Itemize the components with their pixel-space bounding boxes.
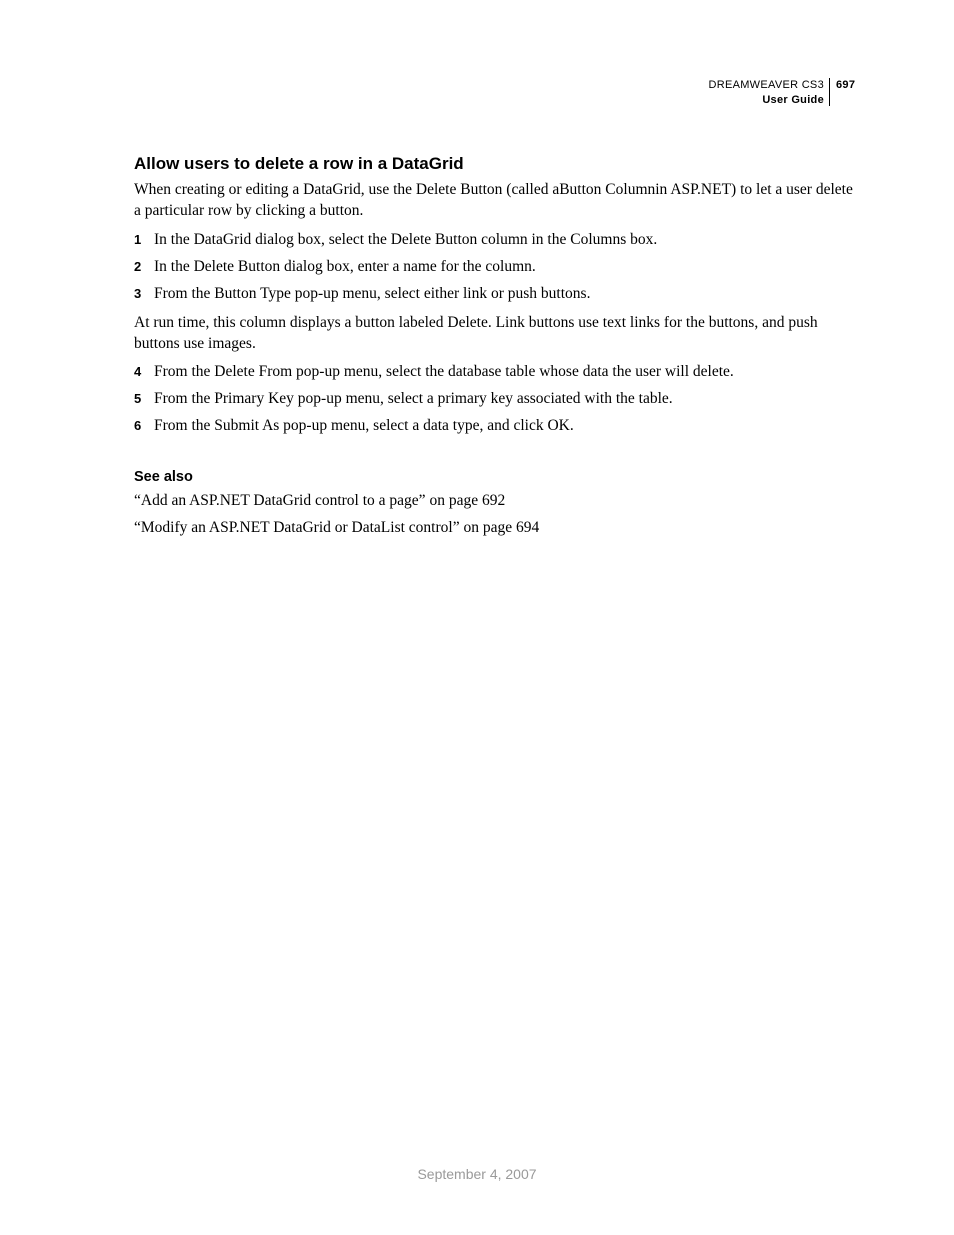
step-text: From the Delete From pop-up menu, select… [154, 363, 734, 380]
see-also-title: See also [134, 469, 854, 485]
step-number: 4 [134, 363, 141, 381]
header-line-1: DREAMWEAVER CS3 697 [708, 78, 854, 93]
step-text: From the Button Type pop-up menu, select… [154, 285, 590, 302]
step-4: 4 From the Delete From pop-up menu, sele… [134, 362, 854, 383]
step-number: 6 [134, 417, 141, 435]
step-2: 2 In the Delete Button dialog box, enter… [134, 257, 854, 278]
step-text: From the Primary Key pop-up menu, select… [154, 390, 673, 407]
header-page-number: 697 [830, 78, 854, 93]
step-5: 5 From the Primary Key pop-up menu, sele… [134, 389, 854, 410]
header-divider [829, 78, 830, 106]
mid-paragraph: At run time, this column displays a butt… [134, 313, 854, 355]
step-text: In the DataGrid dialog box, select the D… [154, 231, 657, 248]
step-text: In the Delete Button dialog box, enter a… [154, 258, 536, 275]
step-6: 6 From the Submit As pop-up menu, select… [134, 416, 854, 437]
step-number: 3 [134, 285, 141, 303]
page-header: DREAMWEAVER CS3 697 User Guide [708, 78, 854, 108]
step-number: 5 [134, 390, 141, 408]
header-guide: User Guide [708, 93, 854, 108]
see-also-item-2: “Modify an ASP.NET DataGrid or DataList … [134, 518, 854, 539]
step-text: From the Submit As pop-up menu, select a… [154, 417, 574, 434]
steps-list-b: 4 From the Delete From pop-up menu, sele… [134, 362, 854, 437]
main-content: Allow users to delete a row in a DataGri… [134, 154, 854, 545]
step-number: 1 [134, 231, 141, 249]
header-product: DREAMWEAVER CS3 [708, 78, 830, 93]
step-number: 2 [134, 258, 141, 276]
step-3: 3 From the Button Type pop-up menu, sele… [134, 284, 854, 305]
see-also-item-1: “Add an ASP.NET DataGrid control to a pa… [134, 491, 854, 512]
intro-paragraph: When creating or editing a DataGrid, use… [134, 180, 854, 222]
steps-list-a: 1 In the DataGrid dialog box, select the… [134, 230, 854, 305]
section-title: Allow users to delete a row in a DataGri… [134, 154, 854, 174]
footer-date: September 4, 2007 [0, 1166, 954, 1182]
step-1: 1 In the DataGrid dialog box, select the… [134, 230, 854, 251]
